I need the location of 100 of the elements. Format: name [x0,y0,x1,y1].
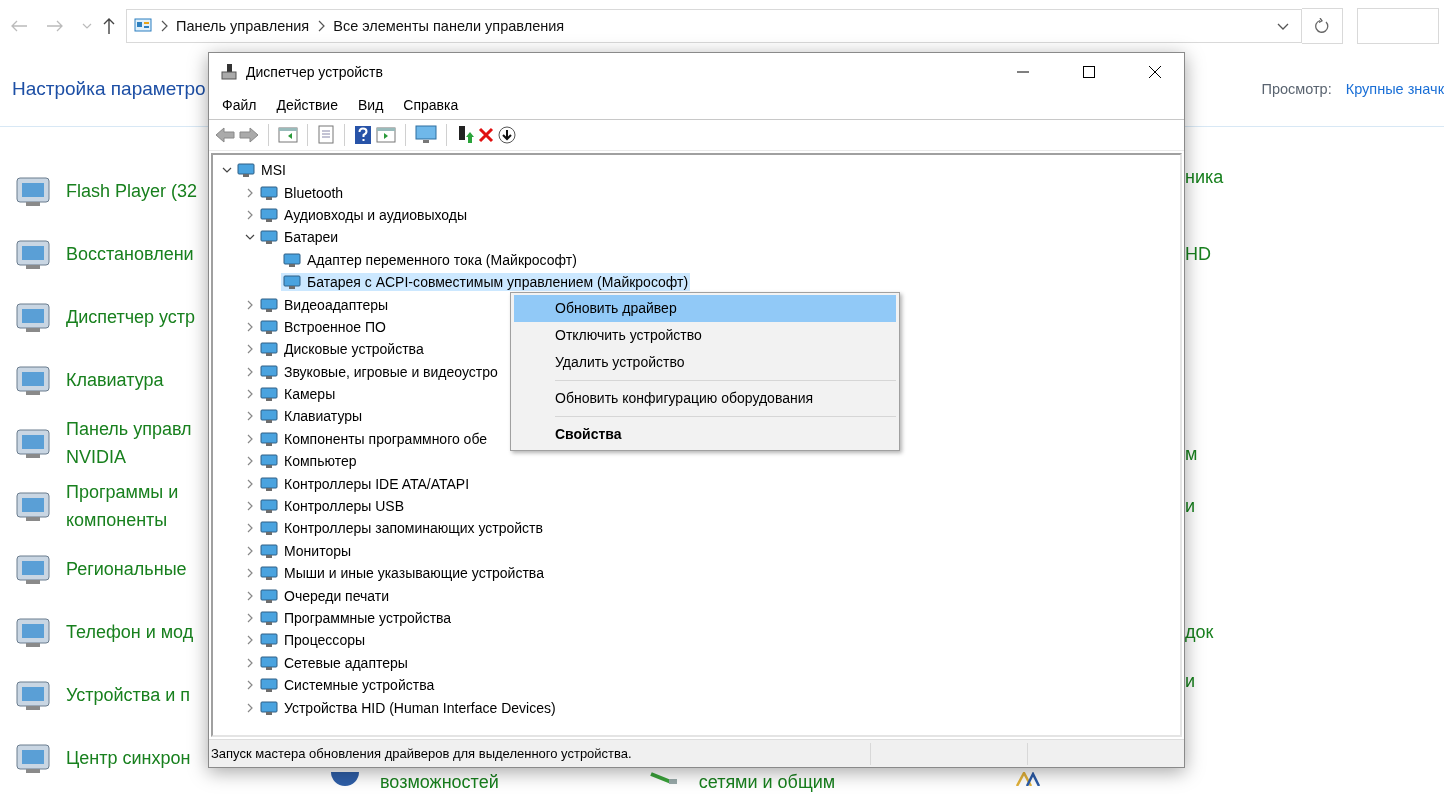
monitor-icon[interactable] [415,125,437,145]
maximize-icon [1083,66,1095,78]
address-field[interactable]: Панель управления Все элементы панели управления [126,9,1302,43]
tree-item[interactable]: Процессоры [258,631,368,650]
cross-icon[interactable] [478,127,494,143]
tree-item[interactable]: MSI [235,161,288,180]
context-menu-item[interactable]: Удалить устройство [514,349,896,376]
control-panel-icon [134,18,152,34]
menu-item[interactable]: Файл [222,97,257,113]
breadcrumb[interactable]: Все элементы панели управления [333,18,565,34]
control-panel-item[interactable]: Flash Player (32 [0,159,208,222]
dropdown-caret-icon[interactable] [1277,22,1289,30]
tree-item[interactable]: Камеры [258,385,338,404]
device-icon [260,610,278,626]
device-icon [260,229,278,246]
download-circle-icon[interactable] [498,126,516,144]
tree-item[interactable]: Контроллеры запоминающих устройств [258,519,545,538]
forward-arrow-icon[interactable] [239,127,259,143]
control-panel-item[interactable]: Клавиатура [0,348,208,411]
action-pane-icon[interactable] [376,126,396,144]
properties-icon[interactable] [317,125,335,145]
search-field[interactable] [1357,8,1439,44]
device-icon [260,677,278,694]
network-cable-icon [648,772,679,786]
device-icon [260,318,278,335]
device-icon [260,206,278,223]
chevron-icon [317,20,326,32]
device-icon [283,251,301,268]
back-arrow-icon[interactable] [10,19,28,33]
device-icon [260,498,278,515]
update-driver-icon[interactable] [456,125,474,145]
refresh-icon [1314,18,1330,34]
tree-item[interactable]: Встроенное ПО [258,317,388,336]
device-icon [260,408,278,425]
tree-item[interactable]: Очереди печати [258,586,392,605]
tree-item[interactable]: Контроллеры IDE ATA/ATAPI [258,474,472,493]
control-panel-item[interactable]: Восстановлени [0,222,208,285]
tree-item[interactable]: Bluetooth [258,183,346,202]
device-icon [260,587,278,604]
tree-item[interactable]: Устройства HID (Human Interface Devices) [258,698,558,717]
help-icon[interactable] [354,125,372,145]
page-title: Настройка параметро [12,78,206,100]
tree-item[interactable]: Батареи [258,228,341,247]
control-panel-item[interactable]: Региональные [0,537,208,600]
context-menu-item[interactable]: Отключить устройство [514,322,896,349]
control-panel-item[interactable]: Диспетчер устр [0,285,208,348]
applet-label[interactable]: ника [1185,163,1444,191]
tree-item[interactable]: Компоненты программного обе [258,429,490,448]
close-icon [1149,66,1161,78]
console-tree-icon[interactable] [278,126,298,144]
device-icon [260,453,278,470]
breadcrumb[interactable]: Панель управления [176,18,310,34]
applet-label[interactable]: м [1185,440,1444,468]
applet-label[interactable]: и [1185,492,1444,520]
control-panel-item[interactable]: Программы и компоненты [0,474,208,537]
tree-item[interactable]: Сетевые адаптеры [258,653,410,672]
refresh-button[interactable] [1302,8,1343,44]
applet-label[interactable]: HD [1185,240,1444,268]
up-arrow-icon[interactable] [102,17,116,35]
menu-item[interactable]: Справка [403,97,459,113]
menu-item[interactable]: Действие [276,97,338,113]
tree-item[interactable]: Мониторы [258,541,354,560]
tree-item[interactable]: Звуковые, игровые и видеоустро [258,362,500,381]
device-icon [260,296,278,313]
device-icon [260,520,278,537]
window-title: Диспетчер устройств [246,64,383,80]
applet-label[interactable]: док [1185,618,1444,646]
device-icon [260,363,278,380]
control-panel-item[interactable]: Центр синхрон [0,726,208,789]
device-icon [260,184,278,201]
context-menu-item[interactable]: Обновить драйвер [514,295,896,322]
applet-label[interactable]: и [1185,667,1444,695]
back-arrow-icon[interactable] [215,127,235,143]
forward-arrow-icon[interactable] [46,19,64,33]
tree-item[interactable]: Батарея с ACPI-совместимым управлением (Майкрософт) [281,273,691,292]
menu-item[interactable]: Вид [357,97,384,113]
device-icon [260,386,278,403]
device-icon [260,341,278,358]
control-panel-item[interactable]: Телефон и мод [0,600,208,663]
chevron-icon [160,20,168,32]
tree-item[interactable]: Системные устройства [258,676,437,695]
tree-item[interactable]: Клавиатуры [258,407,365,426]
tree-item[interactable]: Адаптер переменного тока (Майкрософт) [281,250,579,269]
tree-item[interactable]: Дисковые устройства [258,340,426,359]
view-mode-link[interactable]: Крупные значк [1345,81,1444,97]
tree-item[interactable]: Видеоадаптеры [258,295,391,314]
context-menu-item[interactable]: Обновить конфигурацию оборудования [514,385,896,412]
device-icon [260,654,278,671]
device-icon [283,274,301,291]
tree-item[interactable]: Компьютер [258,452,359,471]
tree-item[interactable]: Контроллеры USB [258,497,406,516]
context-menu-item[interactable]: Свойства [514,421,896,448]
device-icon [260,430,278,447]
tree-item[interactable]: Мыши и иные указывающие устройства [258,564,546,583]
tree-item[interactable]: Аудиовходы и аудиовыходы [258,205,470,224]
tree-item[interactable]: Программные устройства [258,609,454,627]
applet-label[interactable]: сетями и общим [698,770,836,794]
applet-label[interactable]: возможностей [380,770,499,794]
control-panel-item[interactable]: Панель управл NVIDIA [0,411,208,474]
control-panel-item[interactable]: Устройства и п [0,663,208,726]
